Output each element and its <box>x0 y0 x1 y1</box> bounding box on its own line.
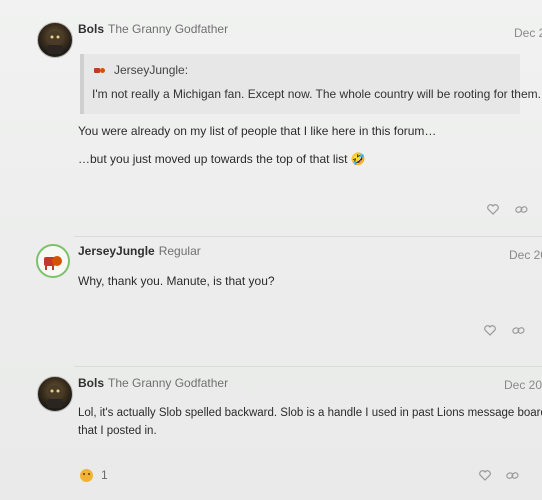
reaction-count: 1 <box>101 468 108 482</box>
user-title: The Granny Godfather <box>108 376 229 390</box>
quote-author[interactable]: JerseyJungle: <box>114 63 188 77</box>
like-button[interactable] <box>484 325 496 339</box>
post-date[interactable]: Dec 20 <box>509 248 542 262</box>
avatar-image <box>47 31 63 54</box>
reaction-summary[interactable]: 1 <box>80 468 108 482</box>
laughing-emoji-icon <box>80 468 93 482</box>
post-date[interactable]: Dec 202 <box>504 378 542 392</box>
post-paragraph: You were already on my list of people th… <box>78 124 437 138</box>
user-title: Regular <box>158 244 201 258</box>
avatar[interactable] <box>37 376 73 412</box>
post-paragraph: Why, thank you. Manute, is that you? <box>78 274 275 288</box>
avatar-image <box>44 256 62 270</box>
post-paragraph: that I posted in. <box>78 425 157 437</box>
quote-block: JerseyJungle: I'm not really a Michigan … <box>80 54 541 114</box>
like-button[interactable] <box>479 470 491 484</box>
post: Bols The Granny Godfather Dec 202 Lol, it… <box>0 366 542 500</box>
post: Bols The Granny Godfather Dec 2 JerseyJun… <box>0 0 542 236</box>
link-icon <box>512 327 525 334</box>
post-date[interactable]: Dec 2 <box>514 26 542 40</box>
post-paragraph: …but you just moved up towards the top o… <box>78 152 366 166</box>
heart-icon <box>487 204 499 215</box>
avatar[interactable] <box>36 244 70 278</box>
username[interactable]: Bols <box>78 376 104 390</box>
post-meta: JerseyJungle Regular <box>78 244 201 258</box>
link-icon <box>515 206 528 213</box>
post-meta: Bols The Granny Godfather <box>78 376 228 390</box>
quote-header: JerseyJungle: <box>94 63 188 77</box>
user-title: The Granny Godfather <box>108 22 229 36</box>
heart-icon <box>479 470 491 481</box>
topic-stream: Bols The Granny Godfather Dec 2 JerseyJun… <box>0 0 542 500</box>
share-button[interactable] <box>515 204 528 218</box>
username[interactable]: JerseyJungle <box>78 244 155 258</box>
heart-icon <box>484 325 496 336</box>
avatar[interactable] <box>37 22 73 58</box>
link-icon <box>506 472 519 479</box>
like-button[interactable] <box>487 204 499 218</box>
post: JerseyJungleRegular Dec 20 Why, thank yo… <box>0 236 542 366</box>
quote-avatar-icon <box>94 68 105 73</box>
share-button[interactable] <box>512 325 525 339</box>
share-button[interactable] <box>506 470 519 484</box>
avatar-image <box>47 385 63 408</box>
post-paragraph: Lol, it's actually Slob spelled backward… <box>78 407 542 419</box>
username[interactable]: Bols <box>78 22 104 36</box>
post-meta: Bols The Granny Godfather <box>78 22 228 36</box>
quote-text: I'm not really a Michigan fan. Except no… <box>92 87 541 101</box>
